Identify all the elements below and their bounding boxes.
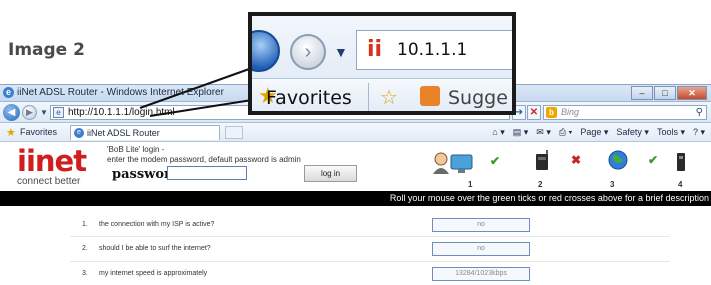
zoomed-suggested-sites-icon <box>420 86 440 106</box>
zoomed-suggested-label: Sugge <box>448 87 508 109</box>
favorites-bar: ★ Favorites e iiNet ADSL Router ⌂ ▾ ▤ ▾ … <box>0 123 711 142</box>
zoomed-favorites-label: Favorites <box>266 87 352 109</box>
logo-tagline: connect better <box>17 176 81 187</box>
login-heading: 'BoB Lite' login - enter the modem passw… <box>107 145 301 165</box>
answer-box: no <box>432 242 530 256</box>
stop-button[interactable]: ✕ <box>527 105 541 120</box>
ie-logo-icon: e <box>3 87 14 98</box>
question-row: 1. the connection with my ISP is active?… <box>0 218 711 238</box>
safety-menu[interactable]: Safety ▾ <box>616 127 649 138</box>
zoomed-url-box: ii 10.1.1.1 <box>356 30 512 70</box>
new-tab-button[interactable] <box>225 126 243 139</box>
tick-icon-1[interactable]: ✔ <box>490 154 500 168</box>
page-menu[interactable]: Page ▾ <box>580 127 608 138</box>
search-icon[interactable]: ⚲ <box>696 107 703 118</box>
minimize-button[interactable]: – <box>631 86 653 100</box>
user-computer-icon <box>432 150 474 174</box>
cross-icon-2[interactable]: ✖ <box>571 153 581 167</box>
status-number-4: 4 <box>678 180 683 189</box>
tab-iinet-router[interactable]: e iiNet ADSL Router <box>70 125 220 140</box>
question-row: 3. my internet speed is approximately 13… <box>0 267 711 285</box>
question-number: 1. <box>82 221 88 228</box>
question-number: 2. <box>82 245 88 252</box>
hint-text: Roll your mouse over the green ticks or … <box>389 193 709 203</box>
phone-icon <box>676 150 686 172</box>
zoomed-add-favorite-icon: ☆ <box>380 87 398 109</box>
zoomed-forward-button: › <box>290 34 326 70</box>
bing-icon: b <box>546 107 557 118</box>
login-heading-instructions: enter the modem password, default passwo… <box>107 155 301 164</box>
search-input[interactable]: b Bing ⚲ <box>543 105 707 120</box>
command-bar: ⌂ ▾ ▤ ▾ ✉ ▾ ⎙ ▾ Page ▾ Safety ▾ Tools ▾ … <box>492 127 705 138</box>
tick-icon-3[interactable]: ✔ <box>648 153 658 167</box>
screenshot-canvas: Image 2 e iiNet ADSL Router - Windows In… <box>0 0 711 285</box>
answer-box: no <box>432 218 530 232</box>
tab-page-icon: e <box>74 128 84 138</box>
tab-label: iiNet ADSL Router <box>87 128 160 138</box>
login-button[interactable]: log in <box>304 165 357 182</box>
search-placeholder: Bing <box>561 107 580 117</box>
question-text: the connection with my ISP is active? <box>99 221 215 228</box>
question-number: 3. <box>82 270 88 277</box>
zoom-callout: › ▼ ii 10.1.1.1 ★ Favorites ☆ Sugge <box>248 12 516 115</box>
window-controls: – □ ✕ <box>631 86 707 100</box>
image-caption: Image 2 <box>8 40 85 60</box>
history-dropdown-icon[interactable]: ▼ <box>40 108 48 117</box>
zoomed-favorites-bar: ★ Favorites ☆ Sugge <box>252 78 512 111</box>
iinet-favicon-icon: ii <box>367 37 383 62</box>
tools-menu[interactable]: Tools ▾ <box>657 127 685 138</box>
status-number-2: 2 <box>538 180 543 189</box>
favorites-button[interactable]: Favorites <box>20 127 57 137</box>
page-content: iinet connect better 'BoB Lite' login - … <box>0 142 711 285</box>
zoomed-url-text: 10.1.1.1 <box>397 40 468 60</box>
back-button[interactable]: ◀ <box>3 104 20 121</box>
zoomed-back-button <box>252 30 280 72</box>
print-icon[interactable]: ⎙ ▾ <box>559 127 572 138</box>
iinet-logo: iinet <box>17 144 87 178</box>
url-text: http://10.1.1.1/login.html <box>68 107 175 118</box>
hint-bar: Roll your mouse over the green ticks or … <box>0 191 711 206</box>
question-text: my internet speed is approximately <box>99 270 208 277</box>
window-title: iiNet ADSL Router - Windows Internet Exp… <box>17 87 224 98</box>
answer-box: 13284/1023kbps <box>432 267 530 281</box>
close-button[interactable]: ✕ <box>677 86 707 100</box>
status-number-3: 3 <box>610 180 615 189</box>
question-text: should I be able to surf the internet? <box>99 245 211 252</box>
status-number-1: 1 <box>468 180 473 189</box>
maximize-button[interactable]: □ <box>654 86 676 100</box>
zoomed-dropdown-icon: ▼ <box>334 44 348 60</box>
router-icon <box>534 150 550 172</box>
password-field[interactable] <box>167 166 247 180</box>
login-heading-title: 'BoB Lite' login - <box>107 145 165 154</box>
row-divider <box>70 261 670 262</box>
globe-icon <box>608 150 628 170</box>
zoomed-divider <box>368 83 369 111</box>
mail-icon[interactable]: ✉ ▾ <box>536 127 551 138</box>
home-icon[interactable]: ⌂ ▾ <box>492 127 504 138</box>
row-divider <box>70 236 670 237</box>
favorites-star-icon[interactable]: ★ <box>6 126 16 139</box>
page-icon: e <box>53 107 64 118</box>
question-row: 2. should I be able to surf the internet… <box>0 242 711 262</box>
forward-button[interactable]: ▶ <box>22 105 37 120</box>
help-icon[interactable]: ? ▾ <box>693 127 705 138</box>
feeds-icon[interactable]: ▤ ▾ <box>513 127 529 138</box>
